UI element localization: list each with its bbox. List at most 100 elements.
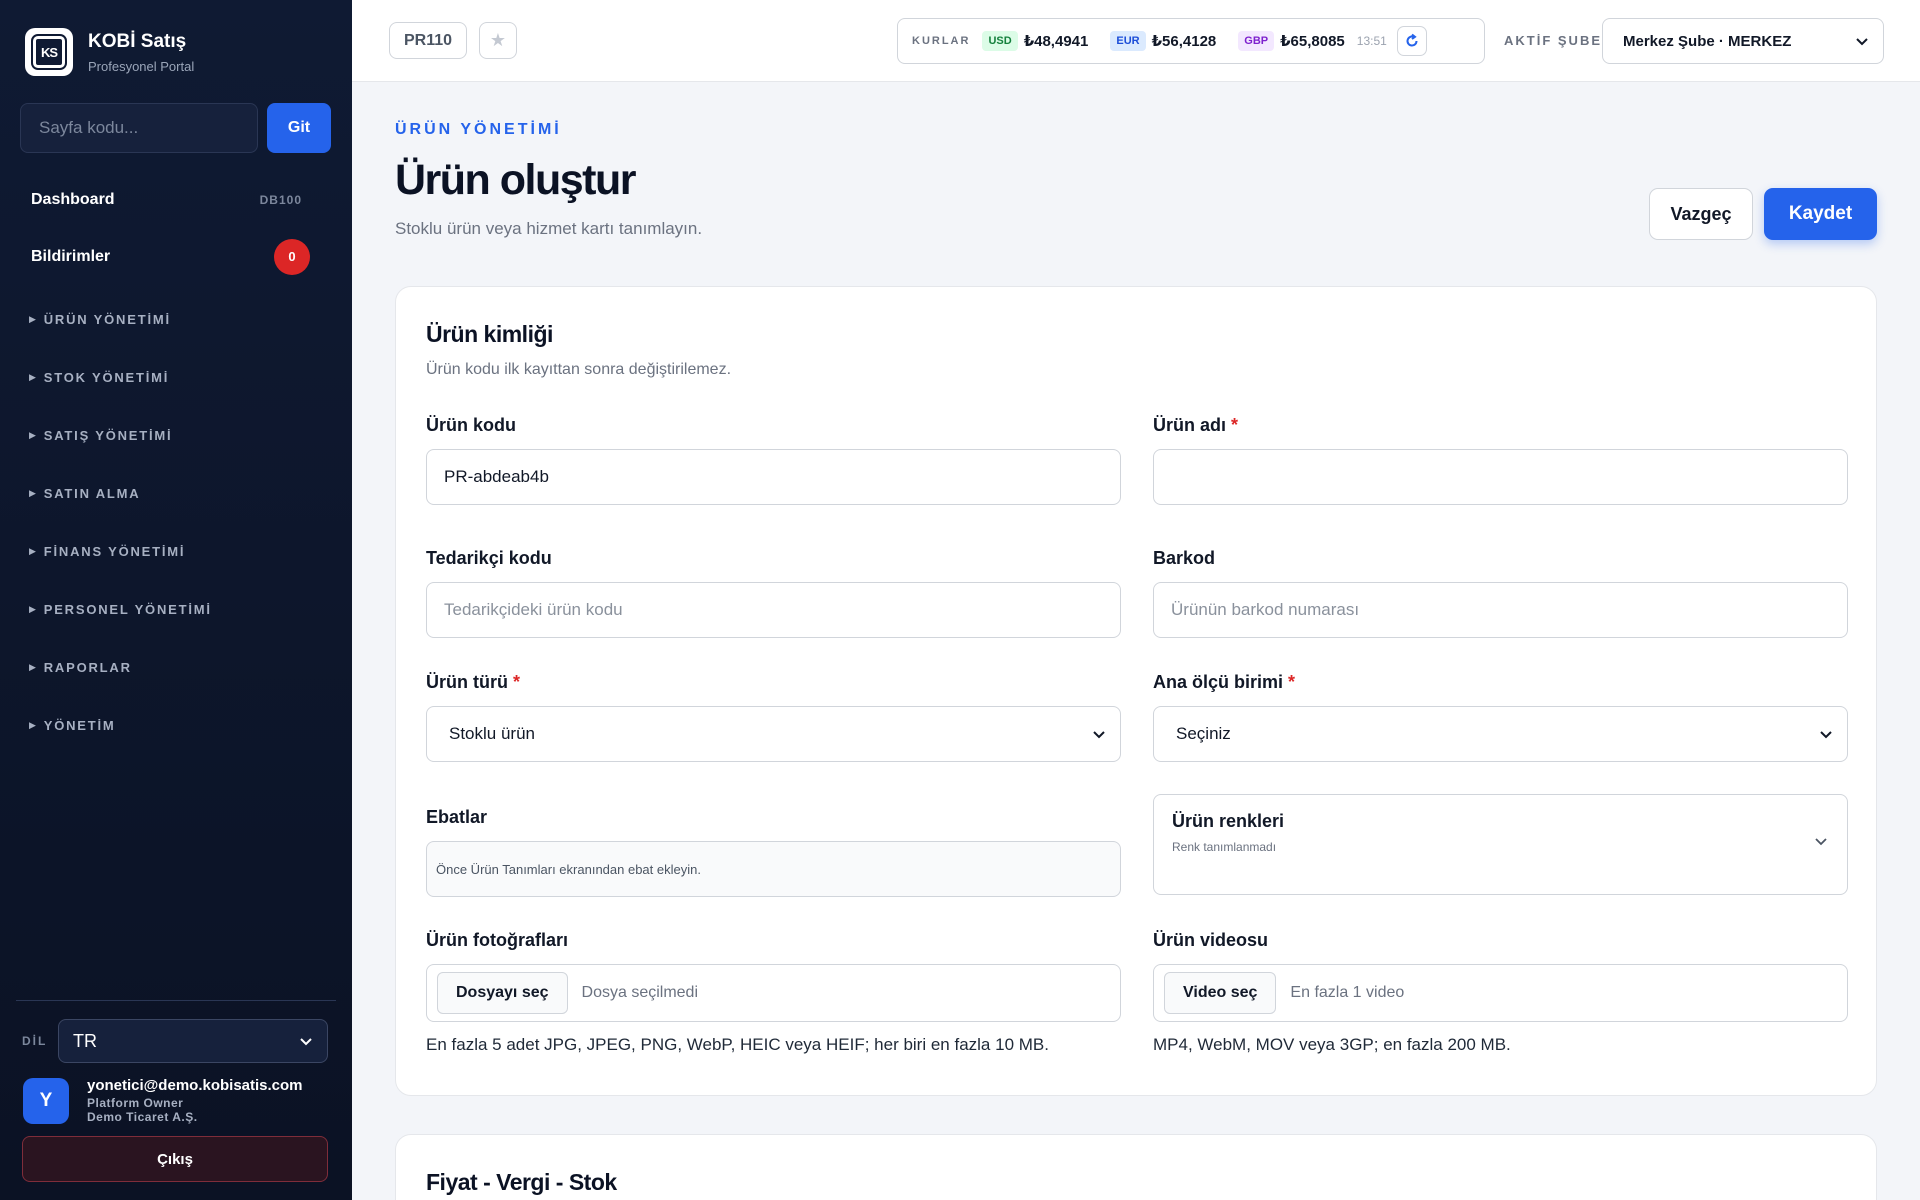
rates-time: 13:51 bbox=[1356, 34, 1387, 48]
sidebar-group-finans[interactable]: ▶ FİNANS YÖNETİMİ bbox=[0, 522, 352, 580]
go-button[interactable]: Git bbox=[267, 103, 331, 153]
card-title: Ürün kimliği bbox=[426, 321, 553, 347]
chevron-down-icon bbox=[1820, 731, 1832, 739]
favorite-button[interactable]: ★ bbox=[479, 22, 517, 59]
sidebar-item-label: Dashboard bbox=[31, 190, 115, 208]
sidebar-group-personel[interactable]: ▶ PERSONEL YÖNETİMİ bbox=[0, 580, 352, 638]
price-tax-stock-card: Fiyat - Vergi - Stok bbox=[395, 1134, 1877, 1200]
notification-count-badge: 0 bbox=[274, 238, 310, 275]
currency-tag: EUR bbox=[1110, 31, 1146, 51]
product-code-field: Ürün kodu PR-abdeab4b bbox=[426, 415, 1121, 505]
colors-subtitle: Renk tanımlanmadı bbox=[1172, 840, 1277, 854]
colors-dropdown[interactable]: Ürün renkleri Renk tanımlanmadı bbox=[1153, 794, 1848, 895]
page-subtitle: Stoklu ürün veya hizmet kartı tanımlayın… bbox=[395, 219, 703, 238]
user-profile[interactable]: Y yonetici@demo.kobisatis.com Platform O… bbox=[16, 1077, 336, 1124]
rate-usd: USD ₺48,4941 bbox=[982, 31, 1088, 51]
sidebar-group-label: ÜRÜN YÖNETİMİ bbox=[43, 311, 171, 327]
product-name-input[interactable] bbox=[1153, 449, 1848, 505]
app-logo: KS bbox=[25, 28, 73, 76]
user-company: Demo Ticaret A.Ş. bbox=[87, 1110, 198, 1124]
app-subtitle: Profesyonel Portal bbox=[88, 58, 195, 74]
branch-select[interactable]: Merkez Şube · MERKEZ bbox=[1602, 18, 1884, 64]
caret-right-icon: ▶ bbox=[29, 545, 38, 556]
caret-right-icon: ▶ bbox=[29, 661, 38, 672]
logo-mark: KS bbox=[31, 34, 67, 70]
select-value: Stoklu ürün bbox=[449, 724, 535, 743]
sidebar-group-label: PERSONEL YÖNETİMİ bbox=[43, 601, 212, 617]
sidebar-group-stok[interactable]: ▶ STOK YÖNETİMİ bbox=[0, 348, 352, 406]
video-file-input[interactable]: Video seç En fazla 1 video bbox=[1153, 964, 1848, 1022]
field-label: Ürün fotoğrafları bbox=[426, 930, 568, 950]
card-title: Fiyat - Vergi - Stok bbox=[426, 1169, 617, 1195]
field-label: Tedarikçi kodu bbox=[426, 548, 552, 568]
page-code-search: Git bbox=[20, 103, 331, 153]
photos-field: Ürün fotoğrafları Dosyayı seç Dosya seçi… bbox=[426, 930, 1121, 1055]
language-select[interactable]: TR bbox=[58, 1019, 328, 1063]
photos-file-input[interactable]: Dosyayı seç Dosya seçilmedi bbox=[426, 964, 1121, 1022]
colors-title: Ürün renkleri bbox=[1172, 811, 1285, 831]
product-name-field: Ürün adı * bbox=[1153, 415, 1848, 505]
sidebar-group-yonetim[interactable]: ▶ YÖNETİM bbox=[0, 696, 352, 754]
field-label-text: Ana ölçü birimi bbox=[1153, 672, 1284, 692]
product-type-select[interactable]: Stoklu ürün bbox=[426, 706, 1121, 762]
field-label: Ürün videosu bbox=[1153, 930, 1269, 950]
language-label: DİL bbox=[22, 1034, 48, 1048]
sizes-field: Ebatlar Önce Ürün Tanımları ekranından e… bbox=[426, 807, 1121, 897]
product-identity-card: Ürün kimliği Ürün kodu ilk kayıttan sonr… bbox=[395, 286, 1877, 1096]
sidebar-group-label: STOK YÖNETİMİ bbox=[43, 369, 170, 385]
field-label: Ebatlar bbox=[426, 807, 488, 827]
sidebar-group-satin-alma[interactable]: ▶ SATIN ALMA bbox=[0, 464, 352, 522]
barcode-input[interactable]: Ürünün barkod numarası bbox=[1153, 582, 1848, 638]
page-code-input[interactable] bbox=[20, 103, 258, 153]
supplier-code-field: Tedarikçi kodu Tedarikçideki ürün kodu bbox=[426, 548, 1121, 638]
caret-right-icon: ▶ bbox=[29, 719, 38, 730]
caret-right-icon: ▶ bbox=[29, 429, 38, 440]
caret-right-icon: ▶ bbox=[29, 371, 38, 382]
user-email: yonetici@demo.kobisatis.com bbox=[87, 1077, 303, 1094]
user-role: Platform Owner bbox=[87, 1096, 184, 1110]
sidebar-group-urun[interactable]: ▶ ÜRÜN YÖNETİMİ bbox=[0, 290, 352, 348]
sidebar-footer: DİL TR Y yonetici@demo.kobisatis.com Pla… bbox=[16, 1000, 336, 1182]
nav-top: Dashboard DB100 Bildirimler 0 bbox=[0, 176, 352, 290]
save-button[interactable]: Kaydet bbox=[1764, 188, 1877, 240]
photos-help-text: En fazla 5 adet JPG, JPEG, PNG, WebP, HE… bbox=[426, 1035, 1049, 1054]
sidebar-group-satis[interactable]: ▶ SATIŞ YÖNETİMİ bbox=[0, 406, 352, 464]
star-icon: ★ bbox=[489, 30, 507, 50]
required-marker: * bbox=[1231, 415, 1239, 435]
field-label: Ürün adı * bbox=[1153, 415, 1848, 436]
sidebar-group-label: RAPORLAR bbox=[43, 659, 132, 675]
exchange-rates: KURLAR USD ₺48,4941 EUR ₺56,4128 GBP ₺65… bbox=[897, 18, 1485, 64]
choose-video-button[interactable]: Video seç bbox=[1164, 972, 1277, 1014]
topbar: PR110 ★ KURLAR USD ₺48,4941 EUR ₺56,4128… bbox=[352, 0, 1920, 82]
sizes-empty-note: Önce Ürün Tanımları ekranından ebat ekle… bbox=[426, 841, 1121, 897]
chevron-down-icon bbox=[1813, 833, 1829, 854]
chevron-down-icon bbox=[300, 1038, 312, 1046]
video-field: Ürün videosu Video seç En fazla 1 video … bbox=[1153, 930, 1848, 1055]
video-help-text: MP4, WebM, MOV veya 3GP; en fazla 200 MB… bbox=[1153, 1035, 1511, 1054]
brand[interactable]: KS KOBİ Satış Profesyonel Portal bbox=[25, 28, 194, 76]
sidebar-item-notifications[interactable]: Bildirimler 0 bbox=[0, 233, 352, 280]
logout-button[interactable]: Çıkış bbox=[22, 1136, 328, 1182]
cancel-button[interactable]: Vazgeç bbox=[1649, 188, 1753, 240]
rate-value: ₺48,4941 bbox=[1023, 33, 1089, 50]
sidebar-item-dashboard[interactable]: Dashboard DB100 bbox=[0, 176, 352, 223]
sidebar-group-label: SATIŞ YÖNETİMİ bbox=[43, 427, 173, 443]
refresh-rates-button[interactable] bbox=[1396, 26, 1427, 56]
card-subtitle: Ürün kodu ilk kayıttan sonra değiştirile… bbox=[426, 361, 732, 378]
page-title: Ürün oluştur bbox=[395, 156, 636, 204]
language-value: TR bbox=[73, 1030, 97, 1051]
caret-right-icon: ▶ bbox=[29, 487, 38, 498]
sidebar: KS KOBİ Satış Profesyonel Portal Git Das… bbox=[0, 0, 352, 1200]
field-label-text: Ürün adı bbox=[1153, 415, 1227, 435]
nav-groups: ▶ ÜRÜN YÖNETİMİ ▶ STOK YÖNETİMİ ▶ SATIŞ YÖN… bbox=[0, 290, 352, 754]
product-code-input[interactable]: PR-abdeab4b bbox=[426, 449, 1121, 505]
unit-select[interactable]: Seçiniz bbox=[1153, 706, 1848, 762]
sidebar-group-raporlar[interactable]: ▶ RAPORLAR bbox=[0, 638, 352, 696]
unit-field: Ana ölçü birimi * Seçiniz bbox=[1153, 672, 1848, 762]
supplier-code-input[interactable]: Tedarikçideki ürün kodu bbox=[426, 582, 1121, 638]
refresh-icon bbox=[1406, 33, 1418, 47]
currency-tag: GBP bbox=[1238, 31, 1275, 51]
currency-tag: USD bbox=[982, 31, 1018, 51]
barcode-field: Barkod Ürünün barkod numarası bbox=[1153, 548, 1848, 638]
choose-file-button[interactable]: Dosyayı seç bbox=[437, 972, 568, 1014]
